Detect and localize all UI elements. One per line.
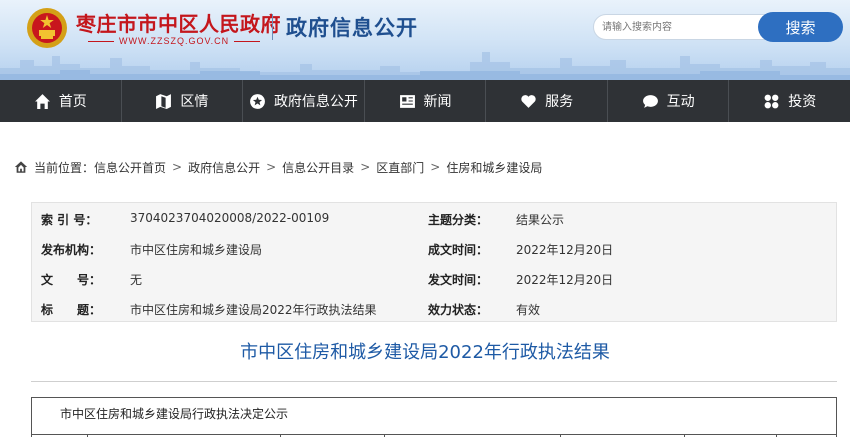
nav-label: 投资 <box>788 94 817 110</box>
table-rule <box>32 434 836 435</box>
index-label: 索 引 号： <box>41 213 98 227</box>
breadcrumb: 当前位置： 信息公开首页 > 政府信息公开 > 信息公开目录 > 区直部门 > … <box>14 159 542 175</box>
site-header: 枣庄市市中区人民政府 WWW.ZZSZQ.GOV.CN 政府信息公开 搜索 <box>0 0 850 80</box>
home-icon <box>34 93 50 109</box>
breadcrumb-item[interactable]: 信息公开首页 <box>94 159 166 176</box>
docno-label: 文 号： <box>41 273 102 287</box>
chat-icon <box>642 94 658 108</box>
category-value: 结果公示 <box>516 213 565 227</box>
nav-item-gov-info[interactable]: 政府信息公开 <box>243 80 365 122</box>
status-value: 有效 <box>516 303 541 317</box>
nav-item-invest[interactable]: 投资 <box>729 80 850 122</box>
breadcrumb-prefix: 当前位置： <box>34 160 95 175</box>
decision-table: 市中区住房和城乡建设局行政执法决定公示 <box>31 397 837 437</box>
breadcrumb-item[interactable]: 住房和城乡建设局 <box>446 159 542 176</box>
created-label: 成文时间： <box>428 243 489 257</box>
chevron-right-icon: > <box>360 160 371 174</box>
org-label: 发布机构： <box>41 243 102 257</box>
docno-value: 无 <box>130 273 143 287</box>
search-input[interactable] <box>593 14 771 40</box>
home-icon <box>14 161 28 173</box>
published-label: 发文时间： <box>428 273 489 287</box>
nav-item-news[interactable]: 新闻 <box>365 80 487 122</box>
meta-row: 发布机构： 市中区住房和城乡建设局 成文时间： 2022年12月20日 <box>32 233 838 263</box>
site-name[interactable]: 枣庄市市中区人民政府 <box>76 8 281 37</box>
divider <box>31 381 837 382</box>
breadcrumb-item[interactable]: 政府信息公开 <box>188 159 260 176</box>
document-metadata: 索 引 号： 3704023704020008/2022-00109 主题分类：… <box>31 202 837 322</box>
title-value: 市中区住房和城乡建设局2022年行政执法结果 <box>130 303 377 317</box>
index-value: 3704023704020008/2022-00109 <box>130 211 330 225</box>
nav-item-district[interactable]: 区情 <box>122 80 244 122</box>
category-label: 主题分类： <box>428 213 489 227</box>
nav-label: 首页 <box>58 94 87 110</box>
map-icon <box>156 93 172 109</box>
article-title: 市中区住房和城乡建设局2022年行政执法结果 <box>240 342 610 363</box>
title-label: 标 题： <box>41 303 102 317</box>
site-url: WWW.ZZSZQ.GOV.CN <box>83 36 265 46</box>
section-title: 政府信息公开 <box>286 16 418 40</box>
nav-label: 区情 <box>180 94 209 110</box>
nav-label: 互动 <box>666 94 695 110</box>
nav-label: 新闻 <box>423 94 452 110</box>
main-nav: 首页 区情 政府信息公开 新闻 服务 互动 投资 <box>0 80 850 122</box>
info-circle-icon <box>250 93 265 109</box>
chevron-right-icon: > <box>266 160 277 174</box>
search-button[interactable]: 搜索 <box>758 12 843 42</box>
national-emblem-logo <box>27 8 67 48</box>
meta-row: 索 引 号： 3704023704020008/2022-00109 主题分类：… <box>32 203 838 233</box>
heart-icon <box>521 94 536 108</box>
grid-icon <box>764 94 779 108</box>
org-value: 市中区住房和城乡建设局 <box>130 243 263 257</box>
nav-item-interact[interactable]: 互动 <box>608 80 730 122</box>
nav-label: 政府信息公开 <box>273 94 358 110</box>
nav-item-service[interactable]: 服务 <box>486 80 608 122</box>
header-divider <box>272 14 273 40</box>
news-icon <box>399 94 415 108</box>
breadcrumb-item[interactable]: 区直部门 <box>376 159 424 176</box>
table-heading: 市中区住房和城乡建设局行政执法决定公示 <box>60 407 289 421</box>
breadcrumb-item[interactable]: 信息公开目录 <box>282 159 354 176</box>
created-value: 2022年12月20日 <box>516 243 614 257</box>
status-label: 效力状态： <box>428 303 489 317</box>
meta-row: 标 题： 市中区住房和城乡建设局2022年行政执法结果 效力状态： 有效 <box>32 293 838 323</box>
chevron-right-icon: > <box>430 160 441 174</box>
nav-label: 服务 <box>545 94 574 110</box>
meta-row: 文 号： 无 发文时间： 2022年12月20日 <box>32 263 838 293</box>
published-value: 2022年12月20日 <box>516 273 614 287</box>
chevron-right-icon: > <box>172 160 183 174</box>
nav-item-home[interactable]: 首页 <box>0 80 122 122</box>
